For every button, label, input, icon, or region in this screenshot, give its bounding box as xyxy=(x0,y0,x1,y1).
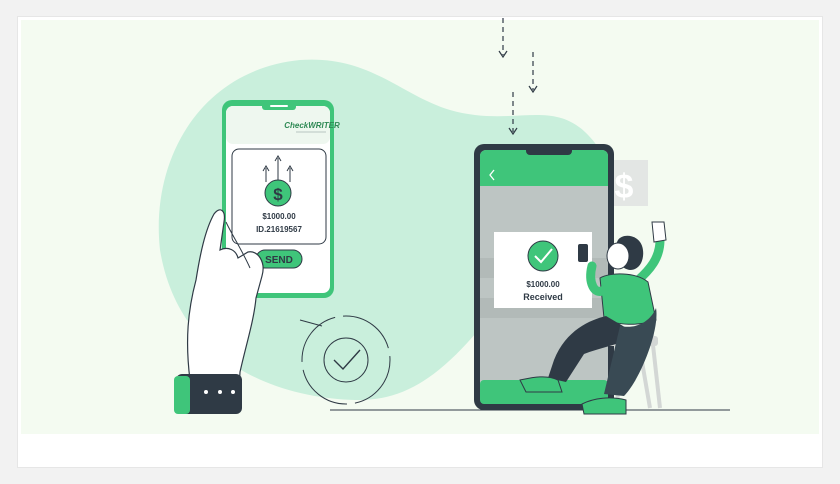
transaction-id: ID.21619567 xyxy=(256,225,302,234)
send-button-label: SEND xyxy=(265,255,293,266)
received-card: $1000.00 Received xyxy=(494,232,592,308)
watch-face xyxy=(174,376,190,414)
screenshot-frame: CheckWRITER $ $1000.00 ID.21619567 SEND xyxy=(0,0,840,484)
received-amount: $1000.00 xyxy=(526,280,560,289)
woman-phone xyxy=(578,244,588,262)
dollar-symbol: $ xyxy=(273,185,283,204)
brand-logo: CheckWRITER xyxy=(284,121,340,130)
received-check-icon xyxy=(527,240,559,272)
sender-amount: $1000.00 xyxy=(262,212,296,221)
bg-dollar-symbol: $ xyxy=(615,168,634,206)
received-status: Received xyxy=(523,292,563,302)
money-transfer-illustration: CheckWRITER $ $1000.00 ID.21619567 SEND xyxy=(158,18,730,415)
